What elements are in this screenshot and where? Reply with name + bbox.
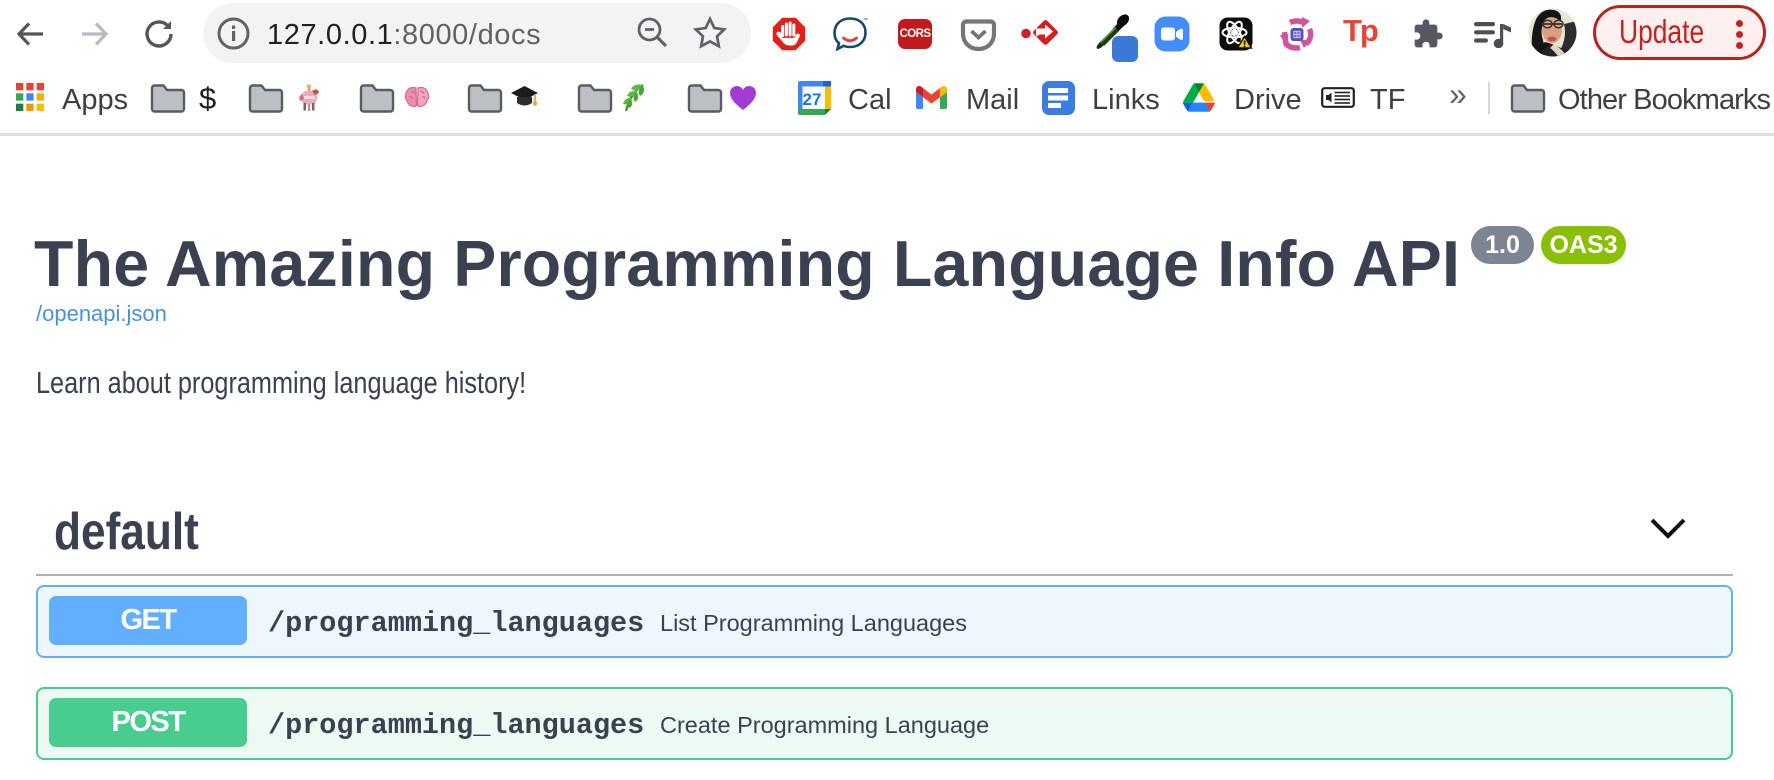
svg-text:27: 27 (803, 90, 822, 109)
